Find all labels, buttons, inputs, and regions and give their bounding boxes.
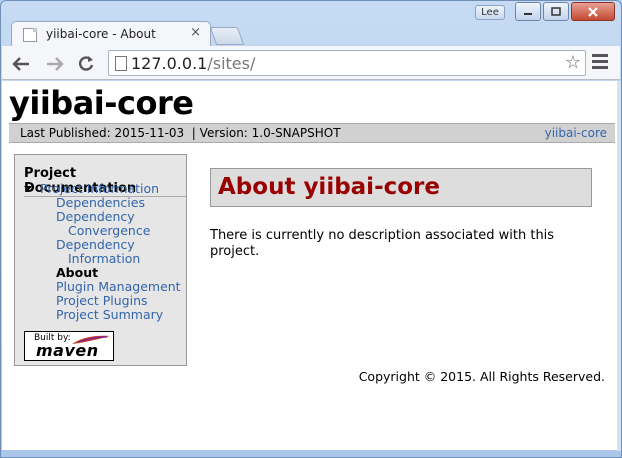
sidebar-item-project-information[interactable]: Project Information	[40, 182, 159, 196]
profile-badge[interactable]: Lee	[475, 5, 505, 20]
page-favicon-icon	[23, 28, 37, 42]
maximize-button[interactable]	[543, 2, 569, 21]
description-text: There is currently no description associ…	[210, 228, 555, 259]
sidebar-item-project-plugins[interactable]: Project Plugins	[56, 294, 148, 308]
sidebar-item-plugin-management[interactable]: Plugin Management	[56, 280, 181, 294]
browser-window: Lee yiibai-core - About × 127.0.0.1/site…	[0, 0, 622, 458]
section-header: About yiibai-core	[210, 168, 592, 207]
tab-close-icon[interactable]: ×	[190, 25, 201, 40]
sidebar-item-dependency-convergence-cont[interactable]: Convergence	[68, 224, 150, 238]
sidebar-item-dependency-information-cont[interactable]: Information	[68, 252, 140, 266]
forward-button[interactable]	[44, 53, 66, 75]
publish-info: Last Published: 2015-11-03 | Version: 1.…	[20, 126, 341, 140]
navigation-sidebar: Project Documentation Project Informatio…	[14, 154, 187, 366]
reload-icon	[79, 56, 94, 71]
window-controls	[515, 2, 615, 21]
hamburger-menu-icon[interactable]	[592, 54, 608, 72]
tab-active[interactable]: yiibai-core - About ×	[11, 21, 211, 47]
sidebar-item-dependency-convergence[interactable]: Dependency	[56, 210, 135, 224]
url-text: 127.0.0.1/sites/	[131, 54, 255, 73]
breadcrumb-project-link[interactable]: yiibai-core	[545, 126, 607, 140]
page-icon	[115, 56, 127, 71]
minimize-button[interactable]	[515, 2, 541, 21]
new-tab-button[interactable]	[209, 27, 245, 45]
browser-toolbar: 127.0.0.1/sites/ ☆	[2, 46, 620, 80]
arrow-left-icon	[12, 57, 29, 71]
sidebar-item-project-summary[interactable]: Project Summary	[56, 308, 163, 322]
url-path: /sites/	[207, 54, 256, 73]
reload-button[interactable]	[75, 53, 97, 75]
logo-maven-text: maven	[36, 341, 99, 360]
page-title: About yiibai-core	[218, 174, 440, 200]
arrow-right-icon	[47, 57, 64, 71]
close-icon	[588, 6, 598, 17]
address-bar[interactable]: 127.0.0.1/sites/ ☆	[108, 50, 586, 76]
tab-title: yiibai-core - About	[46, 27, 156, 41]
copyright-footer: Copyright © 2015. All Rights Reserved.	[358, 369, 605, 384]
built-by-maven-logo[interactable]: Built by: maven	[24, 331, 114, 361]
expanded-triangle-icon	[24, 186, 32, 191]
page-banner: yiibai-core	[9, 84, 194, 122]
star-icon[interactable]: ☆	[565, 52, 581, 73]
minimize-icon	[524, 12, 532, 15]
url-host: 127.0.0.1	[131, 54, 208, 73]
maximize-icon	[551, 6, 561, 16]
window-border-right	[617, 81, 621, 451]
sidebar-item-about: About	[56, 265, 99, 280]
sidebar-item-dependencies[interactable]: Dependencies	[56, 196, 145, 210]
sidebar-item-dependency-information[interactable]: Dependency	[56, 238, 135, 252]
page-viewport: yiibai-core Last Published: 2015-11-03 |…	[2, 81, 617, 450]
close-window-button[interactable]	[571, 2, 615, 21]
breadcrumb-bar: Last Published: 2015-11-03 | Version: 1.…	[9, 123, 615, 143]
back-button[interactable]	[10, 53, 32, 75]
